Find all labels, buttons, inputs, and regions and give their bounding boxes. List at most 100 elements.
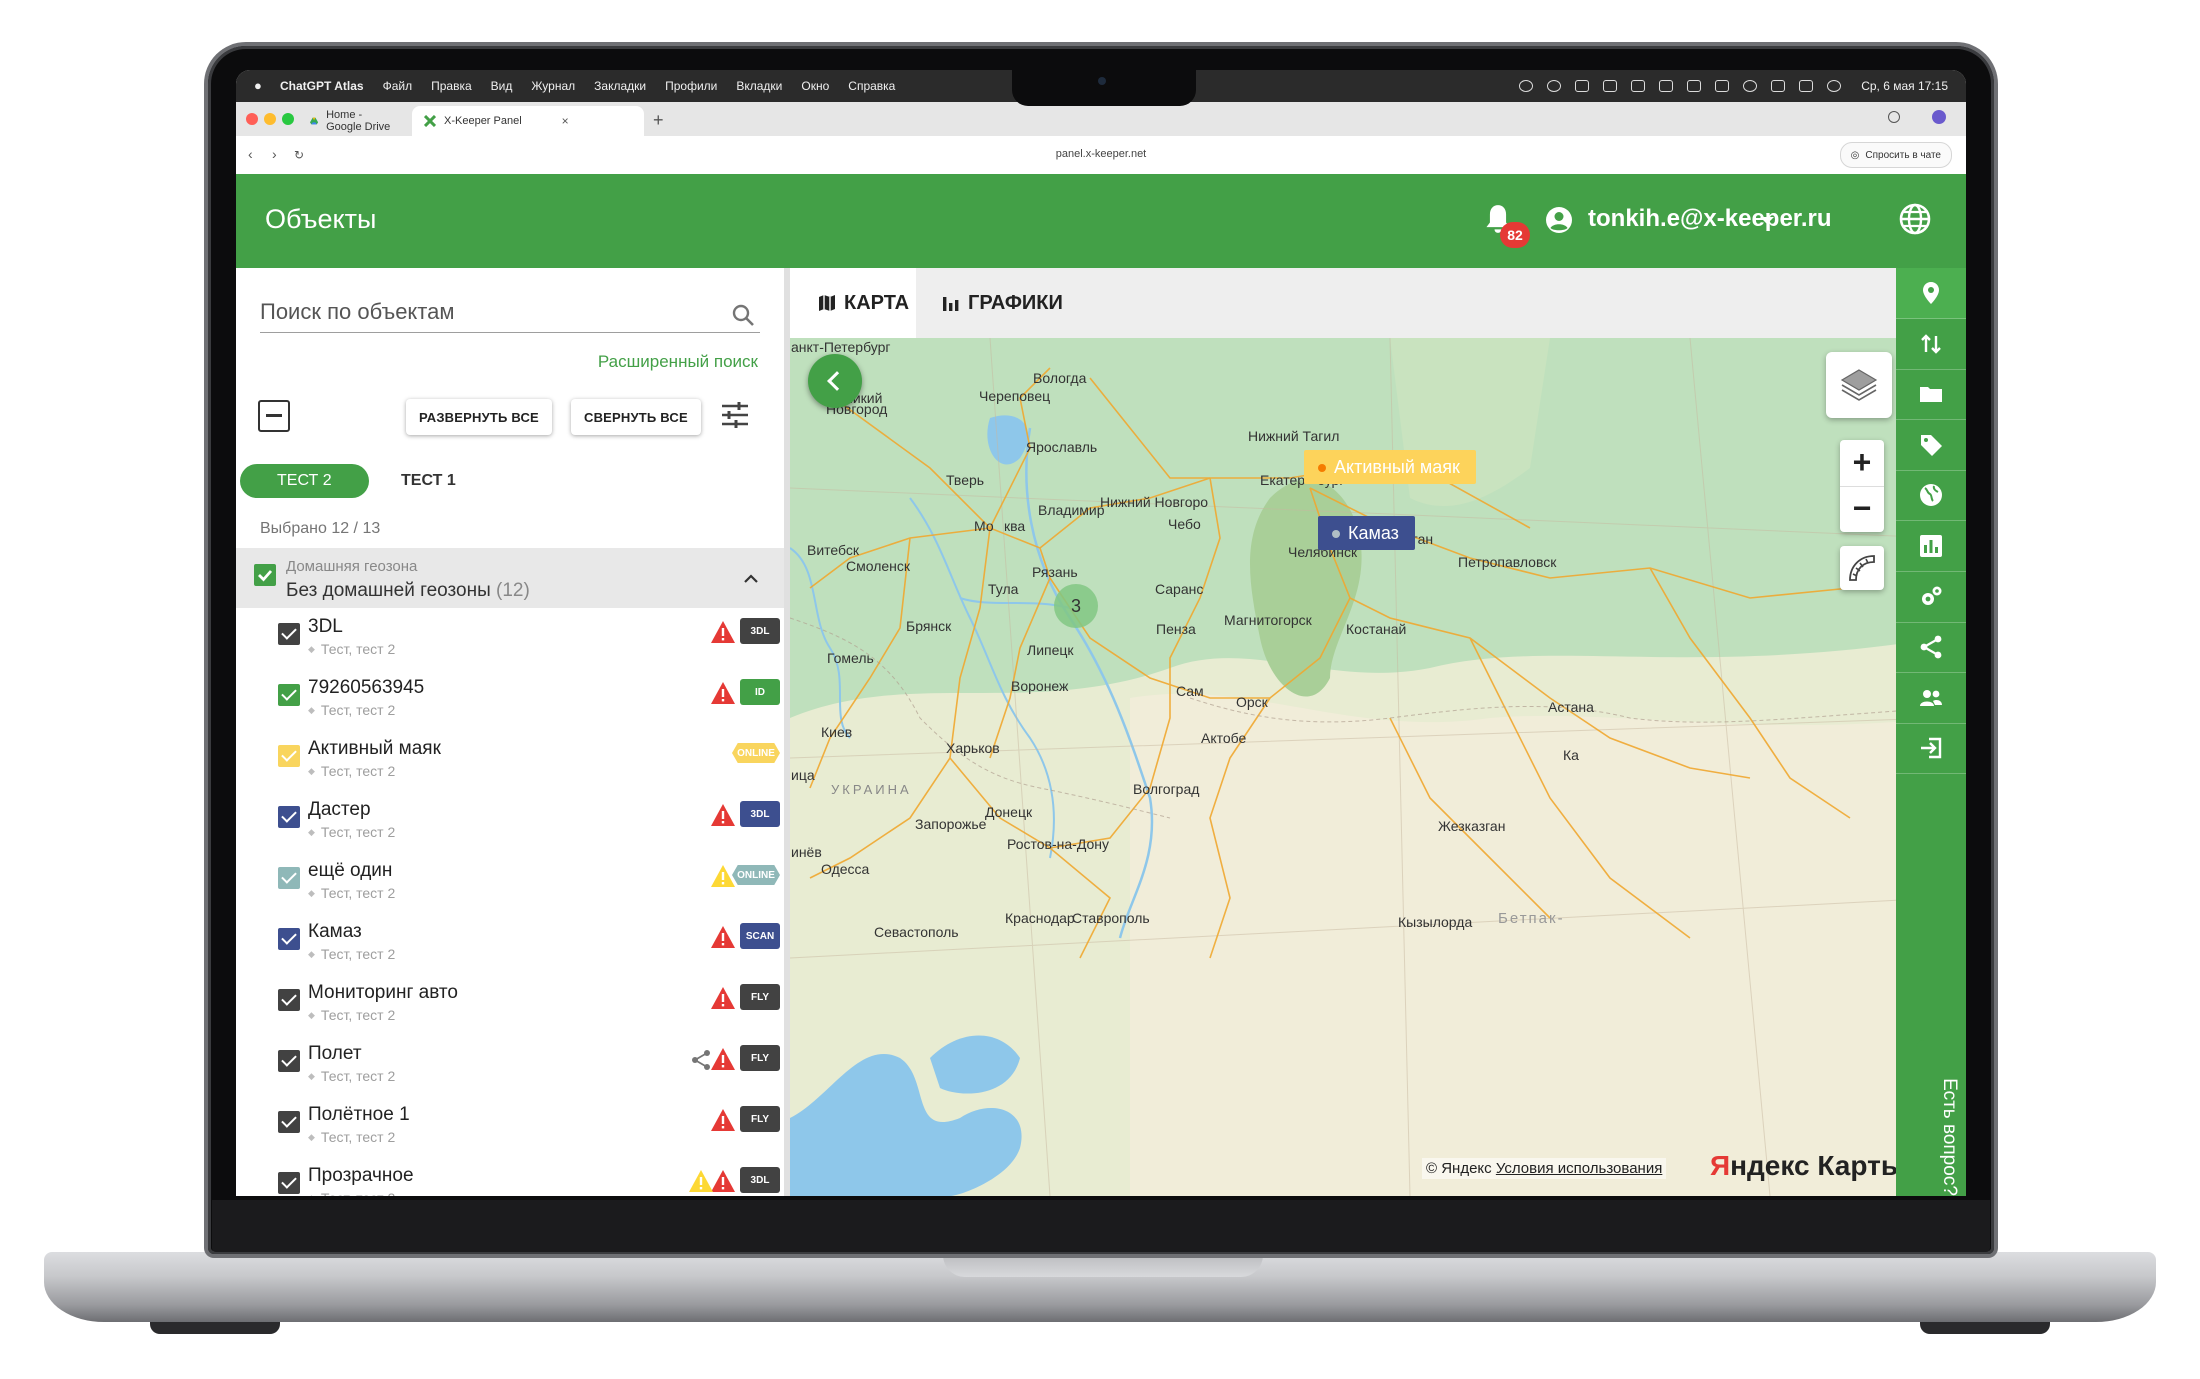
close-window-button[interactable]	[246, 113, 258, 125]
object-checkbox[interactable]	[278, 1111, 300, 1133]
map-cluster[interactable]: 3	[1054, 584, 1098, 628]
object-row[interactable]: Полет Тест, тест 2 FLY	[266, 1037, 784, 1098]
sidebar-item-settings[interactable]	[1896, 572, 1966, 623]
status-icon[interactable]	[1519, 80, 1534, 92]
zoom-out-button[interactable]: −	[1840, 486, 1884, 532]
tab-map[interactable]: КАРТА	[790, 268, 916, 338]
warning-icon[interactable]	[710, 986, 736, 1010]
collapse-selection-icon[interactable]	[258, 400, 290, 432]
object-name[interactable]: Полётное 1	[308, 1104, 410, 1126]
object-row[interactable]: Прозрачное Тест, тест 2 3DL	[266, 1159, 784, 1196]
url-field[interactable]: panel.x-keeper.net	[236, 148, 1966, 160]
wifi-icon[interactable]	[1743, 80, 1758, 92]
collapse-all-button[interactable]: СВЕРНУТЬ ВСЕ	[571, 399, 701, 435]
object-row[interactable]: Мониторинг авто Тест, тест 2 FLY	[266, 976, 784, 1037]
status-icon[interactable]	[1715, 80, 1730, 92]
maximize-window-button[interactable]	[282, 113, 294, 125]
search-tabs-icon[interactable]	[1888, 111, 1900, 123]
group-tab-test1[interactable]: ТЕСТ 1	[364, 464, 493, 498]
yandex-maps-logo[interactable]: Яндекс Карты	[1710, 1150, 1905, 1182]
status-icon[interactable]	[1547, 80, 1562, 92]
chevron-down-icon[interactable]	[1760, 217, 1774, 224]
menu-file[interactable]: Файл	[383, 79, 413, 93]
battery-icon[interactable]	[1771, 80, 1786, 92]
sidebar-item-globe[interactable]	[1896, 470, 1966, 522]
notification-badge[interactable]: 82	[1500, 222, 1530, 248]
clock[interactable]: Ср, 6 мая 17:15	[1861, 79, 1948, 93]
map-view[interactable]: анкт-ПетербургВологдаВеликийНовгородЧере…	[790, 338, 1940, 1196]
tab-charts[interactable]: ГРАФИКИ	[942, 268, 1063, 338]
close-tab-icon[interactable]: ×	[562, 114, 569, 128]
object-checkbox[interactable]	[278, 684, 300, 706]
object-row[interactable]: 3DL Тест, тест 2 3DL	[266, 610, 784, 671]
group-tab-test2[interactable]: ТЕСТ 2	[240, 464, 369, 498]
ruler-button[interactable]	[1840, 546, 1884, 590]
group-checkbox[interactable]	[254, 564, 276, 586]
map-marker-kamaz[interactable]: Камаз	[1318, 516, 1415, 550]
profile-icon[interactable]	[1932, 110, 1946, 124]
sidebar-item-tag[interactable]	[1896, 420, 1966, 471]
menu-help[interactable]: Справка	[848, 79, 895, 93]
object-name[interactable]: Полет	[308, 1043, 362, 1065]
object-checkbox[interactable]	[278, 1050, 300, 1072]
advanced-search-link[interactable]: Расширенный поиск	[576, 352, 758, 372]
menu-bookmarks[interactable]: Закладки	[594, 79, 646, 93]
sidebar-item-chart[interactable]	[1896, 521, 1966, 572]
ask-in-chat-button[interactable]: ◎ Спросить в чате	[1839, 142, 1952, 168]
object-name[interactable]: Активный маяк	[308, 738, 441, 760]
object-row[interactable]: Полётное 1 Тест, тест 2 FLY	[266, 1098, 784, 1159]
menu-view[interactable]: Вид	[491, 79, 513, 93]
menu-window[interactable]: Окно	[801, 79, 829, 93]
minimize-window-button[interactable]	[264, 113, 276, 125]
apple-icon[interactable]: ●	[254, 79, 268, 93]
object-row[interactable]: ещё один Тест, тест 2 ONLINE	[266, 854, 784, 915]
menu-app[interactable]: ChatGPT Atlas	[280, 79, 364, 93]
object-name[interactable]: Прозрачное	[308, 1165, 414, 1187]
sidebar-item-folder[interactable]	[1896, 369, 1966, 421]
menu-tabs[interactable]: Вкладки	[736, 79, 782, 93]
siri-icon[interactable]	[1827, 80, 1842, 92]
zoom-in-button[interactable]: +	[1840, 440, 1884, 487]
browser-tab-active[interactable]: X-Keeper Panel ×	[412, 106, 644, 136]
warning-icon[interactable]	[710, 864, 736, 888]
object-row[interactable]: Активный маяк Тест, тест 2 ONLINE	[266, 732, 784, 793]
object-checkbox[interactable]	[278, 989, 300, 1011]
question-tab[interactable]: Есть вопрос?	[1916, 1040, 1966, 1196]
object-checkbox[interactable]	[278, 745, 300, 767]
warning-icon[interactable]	[710, 803, 736, 827]
object-name[interactable]: 3DL	[308, 616, 343, 638]
send-icon[interactable]	[1659, 80, 1674, 92]
menu-history[interactable]: Журнал	[531, 79, 575, 93]
status-icon[interactable]	[1575, 80, 1590, 92]
bluetooth-icon[interactable]	[1631, 80, 1646, 92]
warning-icon[interactable]	[710, 620, 736, 644]
collapse-panel-button[interactable]	[808, 354, 862, 408]
object-name[interactable]: ещё один	[308, 860, 392, 882]
object-checkbox[interactable]	[278, 928, 300, 950]
keyboard-layout-icon[interactable]	[1687, 80, 1702, 92]
sidebar-item-sort[interactable]	[1896, 319, 1966, 370]
map-marker-active-beacon[interactable]: Активный маяк	[1304, 450, 1476, 484]
object-row[interactable]: Камаз Тест, тест 2 SCAN	[266, 915, 784, 976]
object-checkbox[interactable]	[278, 1172, 300, 1194]
search-icon[interactable]	[732, 304, 754, 326]
sidebar-item-share[interactable]	[1896, 622, 1966, 674]
user-email[interactable]: tonkih.e@x-keeper.ru	[1588, 205, 1831, 233]
status-icon[interactable]	[1603, 80, 1618, 92]
expand-all-button[interactable]: РАЗВЕРНУТЬ ВСЕ	[406, 399, 552, 435]
menu-edit[interactable]: Правка	[431, 79, 472, 93]
share-icon[interactable]	[690, 1049, 712, 1071]
warning-icon[interactable]	[710, 1047, 736, 1071]
object-name[interactable]: Дастер	[308, 799, 371, 821]
object-search-input[interactable]	[260, 292, 760, 333]
control-center-icon[interactable]	[1799, 80, 1814, 92]
warning-icon[interactable]	[688, 1169, 714, 1193]
object-checkbox[interactable]	[278, 623, 300, 645]
filter-settings-icon[interactable]	[720, 400, 750, 430]
geozone-group-header[interactable]: Домашняя геозона Без домашней геозоны (1…	[236, 548, 784, 608]
object-name[interactable]: 79260563945	[308, 677, 424, 699]
chevron-up-icon[interactable]	[744, 572, 758, 586]
terms-link[interactable]: Условия использования	[1496, 1160, 1663, 1177]
object-name[interactable]: Мониторинг авто	[308, 982, 458, 1004]
object-checkbox[interactable]	[278, 867, 300, 889]
